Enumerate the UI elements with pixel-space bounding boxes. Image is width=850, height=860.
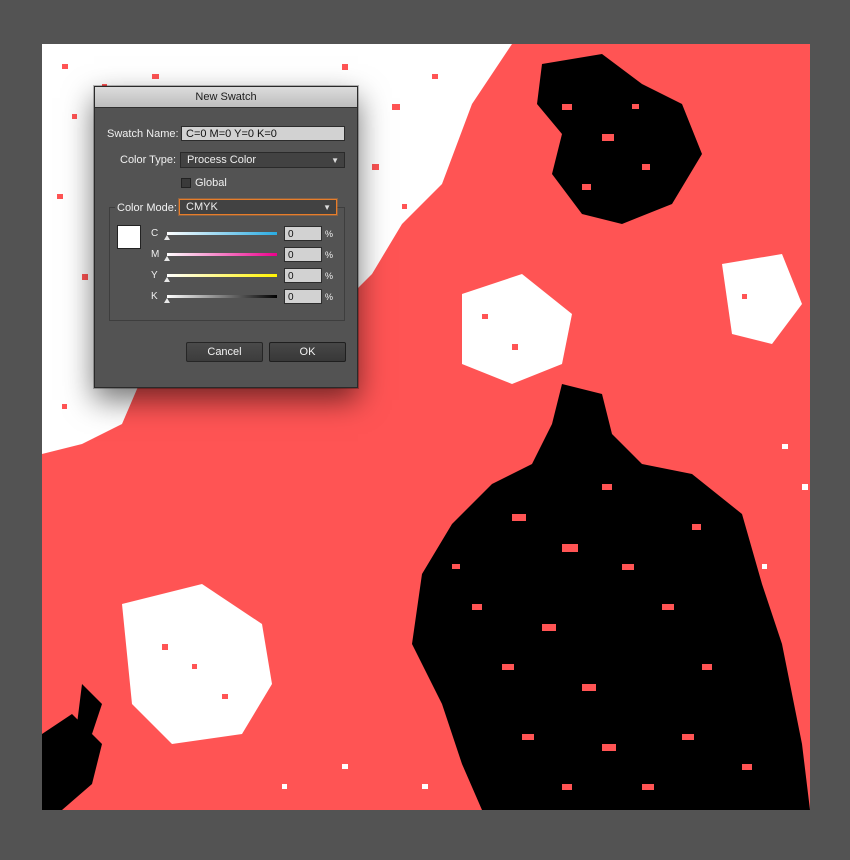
- yellow-label: Y: [151, 270, 158, 281]
- magenta-label: M: [151, 249, 160, 260]
- color-mode-value: CMYK: [186, 201, 218, 213]
- dialog-title[interactable]: New Swatch: [95, 87, 357, 108]
- cyan-label: C: [151, 228, 159, 239]
- black-slider-thumb[interactable]: [164, 298, 170, 303]
- color-type-value: Process Color: [187, 154, 257, 166]
- global-label[interactable]: Global: [195, 177, 227, 189]
- color-mode-label: Color Mode:: [115, 202, 179, 214]
- color-mode-select[interactable]: CMYK ▼: [179, 199, 337, 215]
- color-preview-swatch: [117, 225, 141, 249]
- magenta-unit: %: [325, 250, 334, 260]
- ok-button[interactable]: OK: [269, 342, 346, 362]
- magenta-value-input[interactable]: 0: [284, 247, 322, 262]
- magenta-slider-track[interactable]: [167, 253, 277, 256]
- cyan-unit: %: [325, 229, 334, 239]
- workspace-canvas: New Swatch Swatch Name: C=0 M=0 Y=0 K=0 …: [0, 0, 850, 860]
- color-type-label: Color Type:: [120, 154, 177, 166]
- color-type-select[interactable]: Process Color ▼: [180, 152, 345, 168]
- black-value-input[interactable]: 0: [284, 289, 322, 304]
- new-swatch-dialog: New Swatch Swatch Name: C=0 M=0 Y=0 K=0 …: [94, 86, 358, 388]
- black-unit: %: [325, 292, 334, 302]
- cyan-slider-thumb[interactable]: [164, 235, 170, 240]
- swatch-name-label: Swatch Name:: [107, 128, 179, 140]
- chevron-down-icon: ▼: [331, 156, 339, 165]
- chevron-down-icon: ▼: [323, 203, 331, 212]
- global-checkbox[interactable]: [181, 178, 191, 188]
- yellow-slider-thumb[interactable]: [164, 277, 170, 282]
- magenta-slider-thumb[interactable]: [164, 256, 170, 261]
- yellow-value-input[interactable]: 0: [284, 268, 322, 283]
- cyan-slider-track[interactable]: [167, 232, 277, 235]
- swatch-name-input[interactable]: C=0 M=0 Y=0 K=0: [181, 126, 345, 141]
- cancel-button[interactable]: Cancel: [186, 342, 263, 362]
- black-label: K: [151, 291, 158, 302]
- black-slider-track[interactable]: [167, 295, 277, 298]
- cyan-value-input[interactable]: 0: [284, 226, 322, 241]
- yellow-unit: %: [325, 271, 334, 281]
- yellow-slider-track[interactable]: [167, 274, 277, 277]
